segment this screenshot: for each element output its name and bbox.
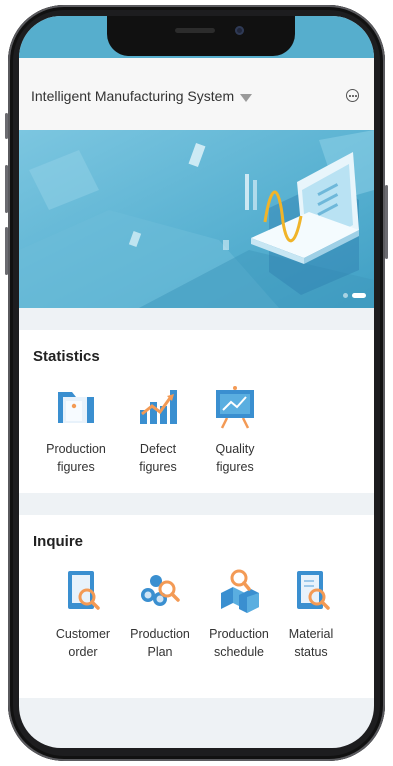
production-schedule-item[interactable]: Production schedule bbox=[199, 567, 279, 661]
production-schedule-label-2: schedule bbox=[213, 645, 265, 659]
customer-order-item[interactable]: Customer order bbox=[43, 567, 123, 661]
carousel-indicator[interactable] bbox=[343, 293, 366, 298]
quality-figures-label-2: figures bbox=[216, 460, 254, 474]
volume-down-button bbox=[5, 227, 8, 275]
customer-order-label-2: order bbox=[68, 645, 98, 659]
banner-carousel[interactable] bbox=[19, 130, 374, 308]
customer-order-icon bbox=[59, 567, 107, 615]
material-status-item[interactable]: Material status bbox=[271, 567, 351, 661]
production-plan-item[interactable]: Production Plan bbox=[120, 567, 200, 661]
production-figures-label-2: figures bbox=[57, 460, 95, 474]
production-figures-item[interactable]: Production figures bbox=[36, 382, 116, 476]
power-button bbox=[385, 185, 388, 259]
statistics-title: Statistics bbox=[33, 348, 100, 365]
banner-illustration bbox=[19, 130, 374, 308]
volume-up-button bbox=[5, 165, 8, 213]
production-plan-label-2: Plan bbox=[147, 645, 173, 659]
quality-figures-item[interactable]: Quality figures bbox=[195, 382, 275, 476]
carousel-dot[interactable] bbox=[343, 293, 348, 298]
phone-screen: Intelligent Manufacturing System Statist… bbox=[19, 16, 374, 748]
app-title[interactable]: Intelligent Manufacturing System bbox=[31, 88, 234, 104]
material-status-label-1: Material bbox=[288, 627, 334, 641]
notch bbox=[107, 16, 295, 56]
production-figures-icon bbox=[52, 382, 100, 430]
inquire-section: Inquire Customer order Production Plan P… bbox=[19, 515, 374, 698]
more-options-icon[interactable] bbox=[346, 89, 359, 102]
app-header: Intelligent Manufacturing System bbox=[19, 58, 374, 130]
inquire-title: Inquire bbox=[33, 533, 84, 550]
defect-figures-label-2: figures bbox=[139, 460, 177, 474]
production-plan-label-1: Production bbox=[130, 627, 190, 641]
production-schedule-icon bbox=[215, 567, 263, 615]
defect-figures-item[interactable]: Defect figures bbox=[118, 382, 198, 476]
dropdown-triangle-icon[interactable] bbox=[240, 94, 252, 102]
production-figures-label-1: Production bbox=[46, 442, 106, 456]
production-schedule-label-1: Production bbox=[209, 627, 269, 641]
front-camera bbox=[235, 26, 244, 35]
mute-switch bbox=[5, 113, 8, 139]
production-plan-icon bbox=[136, 567, 184, 615]
quality-figures-label-1: Quality bbox=[215, 442, 255, 456]
material-status-label-2: status bbox=[294, 645, 328, 659]
material-status-icon bbox=[287, 567, 335, 615]
customer-order-label-1: Customer bbox=[55, 627, 111, 641]
statistics-section: Statistics Production figures Defect fig… bbox=[19, 330, 374, 493]
defect-figures-icon bbox=[134, 382, 182, 430]
carousel-dot-active[interactable] bbox=[352, 293, 366, 298]
quality-figures-icon bbox=[211, 382, 259, 430]
defect-figures-label-1: Defect bbox=[139, 442, 177, 456]
speaker-grille bbox=[175, 28, 215, 33]
